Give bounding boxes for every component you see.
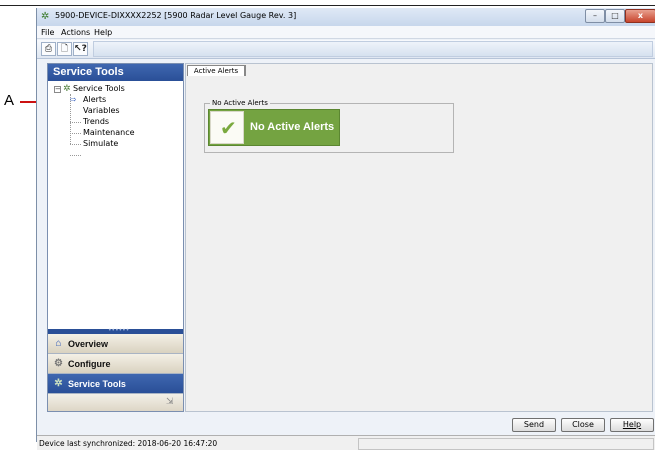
checkmark-icon: ✔ <box>220 116 237 140</box>
status-panel <box>358 438 654 450</box>
application-window: ✲ 5900-DEVICE-DIXXXX2252 [5900 Radar Lev… <box>36 8 655 450</box>
service-tools-tree: − ✲ Service Tools ⇨ Alerts Variables Tre… <box>48 84 183 324</box>
maximize-button[interactable]: □ <box>605 9 625 23</box>
nav-service-tools-button[interactable]: ✲ Service Tools <box>48 374 183 394</box>
print-icon[interactable]: ⎙ <box>41 42 56 56</box>
nav-configure-button[interactable]: ⚙ Configure <box>48 354 183 374</box>
callout-letter: A <box>4 92 15 109</box>
window-controls: – □ x <box>585 8 655 24</box>
nav-footer: ⇲ <box>48 394 183 411</box>
home-icon: ⌂ <box>55 338 62 349</box>
tree-item-alerts[interactable]: Alerts <box>83 95 106 104</box>
close-button[interactable]: Close <box>561 418 605 432</box>
close-window-button[interactable]: x <box>625 9 655 23</box>
tree-item-trends[interactable]: Trends <box>83 117 109 126</box>
menu-help[interactable]: Help <box>94 28 112 37</box>
pane-header: Service Tools <box>48 64 183 81</box>
tab-separator <box>245 65 246 76</box>
minimize-button[interactable]: – <box>585 9 605 23</box>
service-tools-icon: ✲ <box>54 378 63 389</box>
context-help-icon[interactable]: ↖? <box>73 42 88 56</box>
nav-overview-label: Overview <box>68 339 109 349</box>
toolbar-strip <box>93 41 653 57</box>
nav-overview-button[interactable]: ⌂ Overview <box>48 334 183 354</box>
tree-item-variables[interactable]: Variables <box>83 106 120 115</box>
service-tools-icon: ✲ <box>63 84 71 94</box>
window-title: 5900-DEVICE-DIXXXX2252 [5900 Radar Level… <box>55 11 297 20</box>
status-icon-frame: ✔ <box>210 111 244 144</box>
title-bar[interactable]: ✲ 5900-DEVICE-DIXXXX2252 [5900 Radar Lev… <box>37 8 655 26</box>
group-box-label: No Active Alerts <box>210 99 270 107</box>
toolbar: ⎙ 🗋 ↖? <box>37 40 655 59</box>
tree-branch-line <box>70 155 81 156</box>
send-button[interactable]: Send <box>512 418 556 432</box>
collapse-toggle-icon[interactable]: − <box>54 86 61 93</box>
arrow-right-icon: ⇨ <box>70 95 77 104</box>
help-button[interactable]: Help <box>610 418 654 432</box>
status-bar: Device last synchronized: 2018-06-20 16:… <box>37 435 655 450</box>
gear-icon: ⚙ <box>54 358 63 369</box>
tree-branch-line <box>70 122 81 123</box>
menu-actions[interactable]: Actions <box>61 28 90 37</box>
tree-item-maintenance[interactable]: Maintenance <box>83 128 135 137</box>
tree-item-simulate[interactable]: Simulate <box>83 139 118 148</box>
content-pane: Active Alerts No Active Alerts ✔ No Acti… <box>185 63 653 412</box>
menu-file[interactable]: File <box>41 28 54 37</box>
navigation-pane: Service Tools − ✲ Service Tools ⇨ Alerts… <box>47 63 184 412</box>
nav-configure-label: Configure <box>68 359 111 369</box>
page-top-rule <box>0 5 655 6</box>
app-tools-icon: ✲ <box>41 11 50 22</box>
sync-status-text: Device last synchronized: 2018-06-20 16:… <box>39 439 218 448</box>
tab-active-alerts[interactable]: Active Alerts <box>187 65 245 76</box>
alert-status-banner: ✔ No Active Alerts <box>208 109 340 146</box>
tree-branch-line <box>70 144 81 145</box>
print-preview-icon[interactable]: 🗋 <box>57 42 72 56</box>
alert-status-text: No Active Alerts <box>250 121 335 133</box>
tree-root-service-tools[interactable]: Service Tools <box>73 84 125 93</box>
configure-buttons-icon[interactable]: ⇲ <box>166 397 174 407</box>
nav-service-tools-label: Service Tools <box>68 379 126 389</box>
tree-branch-line <box>70 133 81 134</box>
menu-bar: File Actions Help <box>37 26 655 39</box>
